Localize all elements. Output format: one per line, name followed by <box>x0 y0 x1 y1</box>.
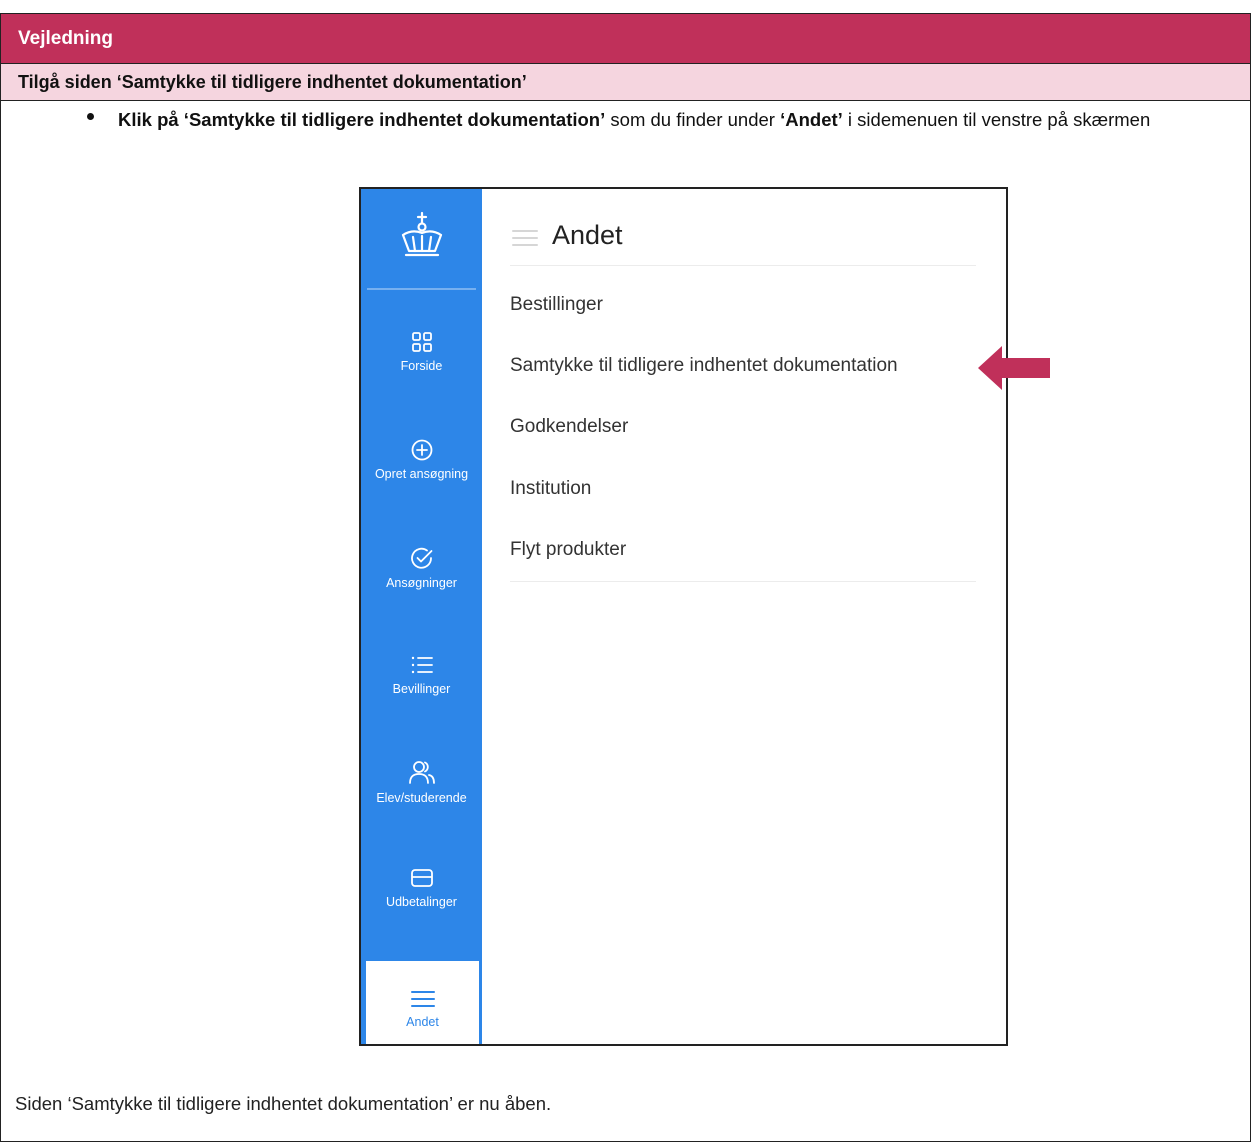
menu-link-bestillinger[interactable]: Bestillinger <box>510 294 603 316</box>
sidebar-item-opret-ansogning[interactable]: Opret ansøgning <box>361 439 482 525</box>
crown-logo-icon <box>401 211 443 257</box>
sidebar: Forside Opret ansøgning Ansøgninger Bevi… <box>361 189 482 1044</box>
card-icon <box>410 869 433 887</box>
sidebar-item-udbetalinger[interactable]: Udbetalinger <box>361 867 482 953</box>
sidebar-item-forside[interactable]: Forside <box>361 331 482 417</box>
result-text: Siden ‘Samtykke til tidligere indhentet … <box>15 1093 552 1114</box>
guide-title: Vejledning <box>18 28 114 49</box>
sidebar-label-elev-studerende: Elev/studerende <box>376 791 467 805</box>
guide-subtitle: Tilgå siden ‘Samtykke til tidligere indh… <box>18 72 527 92</box>
instruction-text-3: i sidemenuen til venstre på skærmen <box>842 109 1151 130</box>
sidebar-label-opret-ansogning: Opret ansøgning <box>374 467 469 481</box>
instruction-text-2: som du finder under <box>605 109 781 130</box>
sidebar-label-udbetalinger: Udbetalinger <box>386 895 457 909</box>
sidebar-divider <box>367 288 476 290</box>
check-circle-icon <box>410 547 432 569</box>
instruction-text: Klik på ‘Samtykke til tidligere indhente… <box>118 102 1243 137</box>
pointer-arrow-icon <box>978 346 1050 390</box>
instruction-bold-2: ‘Andet’ <box>780 109 843 130</box>
guide-subheader: Tilgå siden ‘Samtykke til tidligere indh… <box>1 64 1250 101</box>
menu-link-samtykke[interactable]: Samtykke til tidligere indhentet dokumen… <box>510 355 898 377</box>
bullet <box>87 113 94 120</box>
plus-circle-icon <box>411 439 432 461</box>
sidebar-label-bevillinger: Bevillinger <box>392 682 451 696</box>
panel-title: Andet <box>552 220 623 250</box>
menu-icon <box>410 991 435 1007</box>
menu-link-institution[interactable]: Institution <box>510 478 591 500</box>
hamburger-icon[interactable] <box>512 229 538 247</box>
sidebar-label-andet: Andet <box>406 1015 439 1029</box>
sidebar-item-andet[interactable]: Andet <box>366 961 479 1044</box>
app-screenshot: Forside Opret ansøgning Ansøgninger Bevi… <box>359 187 1008 1046</box>
menu-link-godkendelser[interactable]: Godkendelser <box>510 416 628 438</box>
list-icon <box>411 656 433 674</box>
sidebar-item-ansogninger[interactable]: Ansøgninger <box>361 546 482 632</box>
menu-link-flyt-produkter[interactable]: Flyt produkter <box>510 539 626 561</box>
panel-header: Andet <box>510 215 976 266</box>
sidebar-label-forside: Forside <box>400 359 443 373</box>
instruction-bold-1: Klik på ‘Samtykke til tidligere indhente… <box>118 109 606 130</box>
sidebar-item-bevillinger[interactable]: Bevillinger <box>361 654 482 740</box>
users-icon <box>408 761 435 784</box>
sidebar-label-ansogninger: Ansøgninger <box>386 576 457 590</box>
menu-divider <box>510 581 976 582</box>
grid-icon <box>411 332 432 352</box>
guide-header: Vejledning <box>1 14 1250 64</box>
sidebar-item-elev-studerende[interactable]: Elev/studerende <box>361 759 482 845</box>
